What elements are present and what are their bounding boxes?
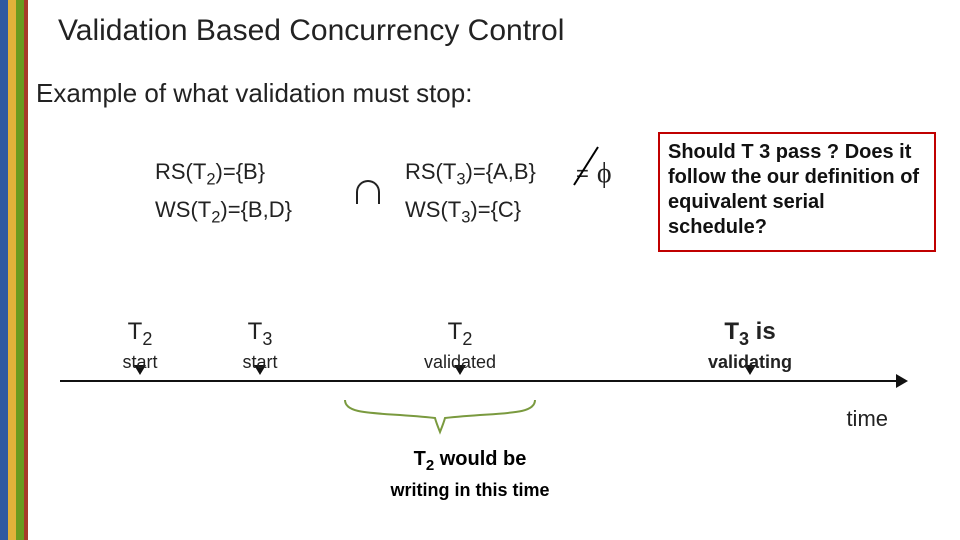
sets-t3: RS(T3)={A,B} WS(T3)={C} xyxy=(405,155,536,231)
not-equal-phi: = ϕ xyxy=(576,158,612,190)
timeline-axis xyxy=(60,380,900,382)
ws-t2-label: WS(T xyxy=(155,197,211,222)
event-t3-val-sub: validating xyxy=(690,352,810,373)
slide-title: Validation Based Concurrency Control xyxy=(58,14,564,48)
accent-stripe-green xyxy=(16,0,24,540)
event-label-text: T xyxy=(128,318,143,345)
t2-write-text: T xyxy=(414,448,426,470)
rs-t3-label: RS(T xyxy=(405,159,456,184)
time-axis-label: time xyxy=(846,406,888,432)
rs-t3-sub: 3 xyxy=(456,170,465,188)
slide-accent-sidebar xyxy=(0,0,30,540)
ws-t3: WS(T3)={C} xyxy=(405,193,536,231)
rs-t2-label: RS(T xyxy=(155,159,206,184)
event-label-sub: 3 xyxy=(739,329,749,349)
ws-t3-label: WS(T xyxy=(405,197,461,222)
ws-t3-val: )={C} xyxy=(470,197,521,222)
t2-write-sub: 2 xyxy=(426,457,434,474)
event-t2-start: T2 start xyxy=(80,318,200,373)
phi-glyph: ϕ xyxy=(597,158,612,190)
event-t3-val-main: T3 is xyxy=(690,318,810,350)
rs-t2: RS(T2)={B} xyxy=(155,155,292,193)
sets-t2: RS(T2)={B} WS(T2)={B,D} xyxy=(155,155,292,231)
rs-t3: RS(T3)={A,B} xyxy=(405,155,536,193)
accent-stripe-blue xyxy=(0,0,8,540)
rs-t3-val: )={A,B} xyxy=(466,159,536,184)
event-t2-validated: T2 validated xyxy=(400,318,520,373)
event-label-tail: is xyxy=(749,318,776,345)
event-label-sub: 2 xyxy=(462,329,472,349)
timeline-arrowhead-icon xyxy=(896,374,908,388)
event-label-sub: 2 xyxy=(142,329,152,349)
curly-brace-icon xyxy=(340,398,540,438)
event-t3-validating: T3 is validating xyxy=(690,318,810,373)
ws-t2-sub: 2 xyxy=(211,208,220,226)
event-t2-val-main: T2 xyxy=(400,318,520,350)
t2-write-annotation: T2 would be writing in this time xyxy=(360,448,580,501)
event-t2-val-sub: validated xyxy=(400,352,520,373)
ws-t2: WS(T2)={B,D} xyxy=(155,193,292,231)
t2-write-tail: would be xyxy=(434,448,526,470)
event-t2-start-sub: start xyxy=(80,352,200,373)
not-equal-icon: = xyxy=(576,161,589,187)
accent-stripe-red xyxy=(24,0,28,540)
event-t3-start-main: T3 xyxy=(200,318,320,350)
slide-subtitle: Example of what validation must stop: xyxy=(36,78,472,109)
event-t3-start-sub: start xyxy=(200,352,320,373)
question-callout: Should T 3 pass ? Does it follow the our… xyxy=(658,132,936,252)
accent-stripe-yellow xyxy=(8,0,16,540)
rs-t2-sub: 2 xyxy=(206,170,215,188)
t2-write-line1: T2 would be xyxy=(360,448,580,474)
ws-t2-val: )={B,D} xyxy=(220,197,292,222)
event-t2-start-main: T2 xyxy=(80,318,200,350)
ws-t3-sub: 3 xyxy=(461,208,470,226)
t2-write-line2: writing in this time xyxy=(360,480,580,501)
intersection-icon xyxy=(356,180,380,204)
event-label-text: T xyxy=(248,318,263,345)
event-label-text: T xyxy=(724,318,739,345)
event-label-sub: 3 xyxy=(262,329,272,349)
rs-t2-val: )={B} xyxy=(216,159,266,184)
equals-glyph: = xyxy=(576,161,589,186)
event-label-text: T xyxy=(448,318,463,345)
event-t3-start: T3 start xyxy=(200,318,320,373)
